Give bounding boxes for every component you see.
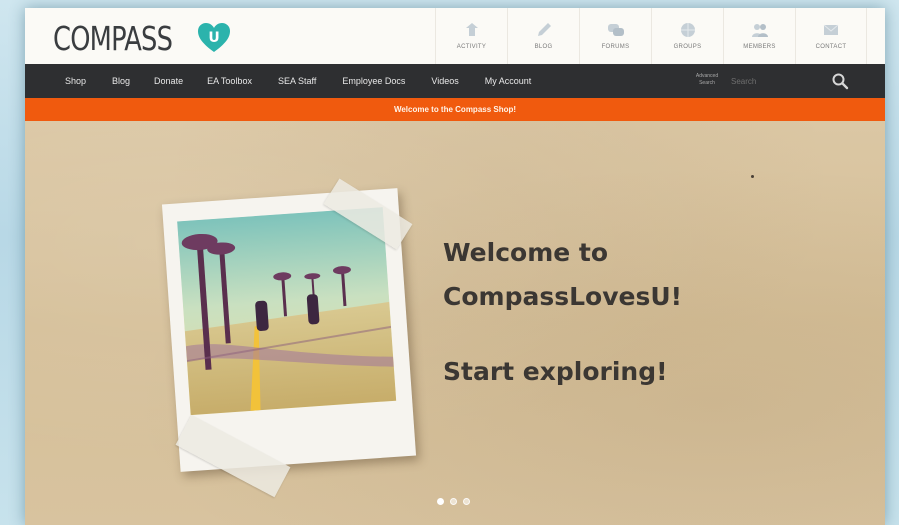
slider-dot-2[interactable]	[450, 498, 457, 505]
logo-mark-letter: U	[208, 30, 219, 46]
main-nav: Shop Blog Donate EA Toolbox SEA Staff Em…	[25, 64, 885, 98]
pen-icon	[537, 23, 551, 36]
page-frame: COMPASS U ACTIVITY BLOG FORUMS GROUPS ME…	[25, 8, 885, 525]
top-icon-menu: ACTIVITY BLOG FORUMS GROUPS MEMBERS CONT…	[435, 8, 867, 64]
advanced-search-link[interactable]: Advanced Search	[692, 73, 722, 87]
top-icon-members[interactable]: MEMBERS	[723, 8, 795, 64]
top-icon-activity[interactable]: ACTIVITY	[435, 8, 507, 64]
top-icon-blog[interactable]: BLOG	[507, 8, 579, 64]
top-icon-label: GROUPS	[673, 44, 702, 50]
search-icon[interactable]	[831, 72, 849, 90]
notice-bar: Welcome to the Compass Shop!	[25, 98, 885, 121]
nav-link-ea-toolbox[interactable]: EA Toolbox	[207, 76, 252, 86]
hero-heading: Welcome to CompassLovesU!	[443, 231, 843, 319]
top-icon-forums[interactable]: FORUMS	[579, 8, 651, 64]
hero-subheading: Start exploring!	[443, 357, 668, 386]
site-logo[interactable]: COMPASS U	[53, 18, 230, 58]
hero-slider: Welcome to CompassLovesU! Start explorin…	[25, 121, 885, 525]
people-icon	[751, 24, 768, 37]
hero-heading-line-1: Welcome to	[443, 238, 609, 267]
nav-link-employee-docs[interactable]: Employee Docs	[342, 76, 405, 86]
hero-heading-line-2: CompassLovesU!	[443, 282, 683, 311]
site-header: COMPASS U ACTIVITY BLOG FORUMS GROUPS ME…	[25, 8, 885, 64]
search-input[interactable]	[731, 73, 826, 89]
activity-icon	[465, 23, 478, 36]
slider-pagination	[437, 498, 476, 505]
envelope-icon	[823, 24, 839, 35]
nav-link-donate[interactable]: Donate	[154, 76, 183, 86]
nav-link-sea-staff[interactable]: SEA Staff	[278, 76, 316, 86]
hero-photo	[177, 207, 397, 416]
logo-text: COMPASS	[53, 18, 173, 58]
nav-link-shop[interactable]: Shop	[65, 76, 86, 86]
top-icon-label: BLOG	[534, 44, 553, 50]
notice-text: Welcome to the Compass Shop!	[393, 105, 517, 114]
nav-link-blog[interactable]: Blog	[112, 76, 130, 86]
globe-icon	[680, 23, 695, 37]
slider-dot-1[interactable]	[437, 498, 444, 505]
nav-link-my-account[interactable]: My Account	[485, 76, 532, 86]
top-icon-label: FORUMS	[601, 44, 630, 50]
paper-speck	[751, 175, 754, 178]
top-icon-groups[interactable]: GROUPS	[651, 8, 723, 64]
top-icon-label: MEMBERS	[743, 44, 776, 50]
chat-bubbles-icon	[607, 24, 624, 36]
slider-dot-3[interactable]	[463, 498, 470, 505]
nav-links: Shop Blog Donate EA Toolbox SEA Staff Em…	[25, 76, 557, 86]
nav-link-videos[interactable]: Videos	[431, 76, 458, 86]
top-icon-contact[interactable]: CONTACT	[795, 8, 867, 64]
compass-heart-logo-icon: U	[198, 23, 230, 52]
top-icon-label: CONTACT	[815, 44, 847, 50]
top-icon-label: ACTIVITY	[456, 44, 487, 50]
beach-boardwalk-illustration	[177, 207, 397, 416]
